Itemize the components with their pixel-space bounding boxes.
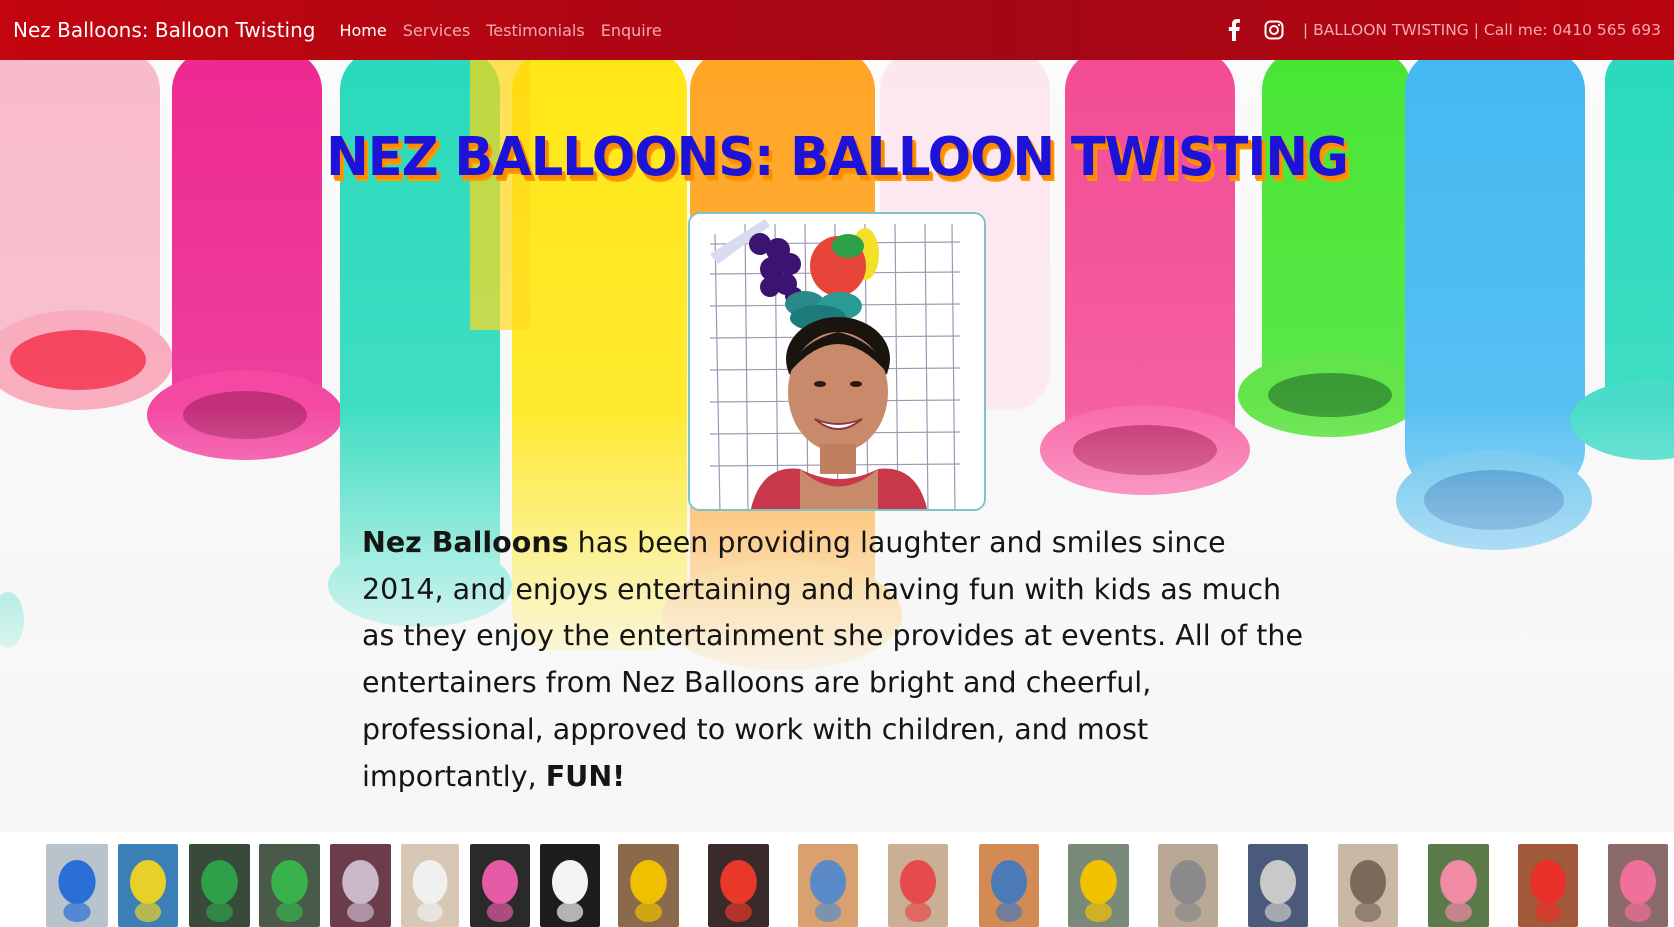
thumbnail-gallery (0, 832, 1674, 927)
intro-bold-name: Nez Balloons (362, 526, 569, 559)
gallery-thumbnail-balloon-cat[interactable] (1338, 844, 1398, 927)
gallery-thumbnail-balloon-flamingo[interactable] (1428, 844, 1489, 927)
nav-link-services[interactable]: Services (403, 21, 470, 40)
nav-link-testimonials[interactable]: Testimonials (486, 21, 585, 40)
navbar: Nez Balloons: Balloon Twisting Home Serv… (0, 0, 1674, 60)
instagram-icon[interactable] (1263, 19, 1285, 41)
hero-section: NEZ BALLOONS: BALLOON TWISTING Nez Ballo… (0, 60, 1674, 832)
contact-tagline: | BALLOON TWISTING | Call me: 0410 565 6… (1302, 21, 1661, 39)
gallery-thumbnail-balloon-christmas-tree[interactable] (189, 844, 250, 927)
nav-link-enquire[interactable]: Enquire (601, 21, 662, 40)
gallery-thumbnail-balloon-dragonfly[interactable] (798, 844, 858, 927)
brand-link[interactable]: Nez Balloons: Balloon Twisting (13, 18, 315, 42)
portrait-photo (688, 212, 986, 511)
gallery-thumbnail-balloon-ladybug[interactable] (888, 844, 948, 927)
hero-title: NEZ BALLOONS: BALLOON TWISTING (326, 126, 1349, 189)
gallery-thumbnail-balloon-rabbit[interactable] (330, 844, 391, 927)
gallery-thumbnail-balloon-bouquet-mixed[interactable] (470, 844, 530, 927)
nav-link-home[interactable]: Home (339, 21, 386, 40)
gallery-thumbnail-balloon-heart[interactable] (46, 844, 108, 927)
gallery-thumbnail-balloon-robot[interactable] (979, 844, 1039, 927)
intro-paragraph: Nez Balloons has been providing laughter… (362, 520, 1312, 800)
nav-links: Home Services Testimonials Enquire (339, 21, 677, 40)
gallery-thumbnail-balloon-pig[interactable] (1608, 844, 1668, 927)
gallery-thumbnail-balloon-hat-girl[interactable] (618, 844, 679, 927)
gallery-thumbnail-balloon-christmas-tree-2[interactable] (259, 844, 320, 927)
gallery-thumbnail-balloon-digger[interactable] (1068, 844, 1129, 927)
intro-text: has been providing laughter and smiles s… (362, 526, 1303, 793)
gallery-thumbnail-balloon-unicorn[interactable] (401, 844, 459, 927)
nav-right: | BALLOON TWISTING | Call me: 0410 565 6… (1223, 19, 1661, 41)
gallery-thumbnail-balloon-rabbit-2[interactable] (1248, 844, 1308, 927)
gallery-thumbnail-balloon-rocket[interactable] (708, 844, 769, 927)
gallery-thumbnail-balloon-rainbow[interactable] (1518, 844, 1578, 927)
gallery-thumbnail-balloon-mouse[interactable] (1158, 844, 1218, 927)
intro-bold-end: FUN! (545, 759, 626, 793)
gallery-thumbnail-balloon-flower-bouquet[interactable] (118, 844, 178, 927)
gallery-thumbnail-balloon-unicorn-2[interactable] (540, 844, 600, 927)
facebook-icon[interactable] (1223, 19, 1245, 41)
